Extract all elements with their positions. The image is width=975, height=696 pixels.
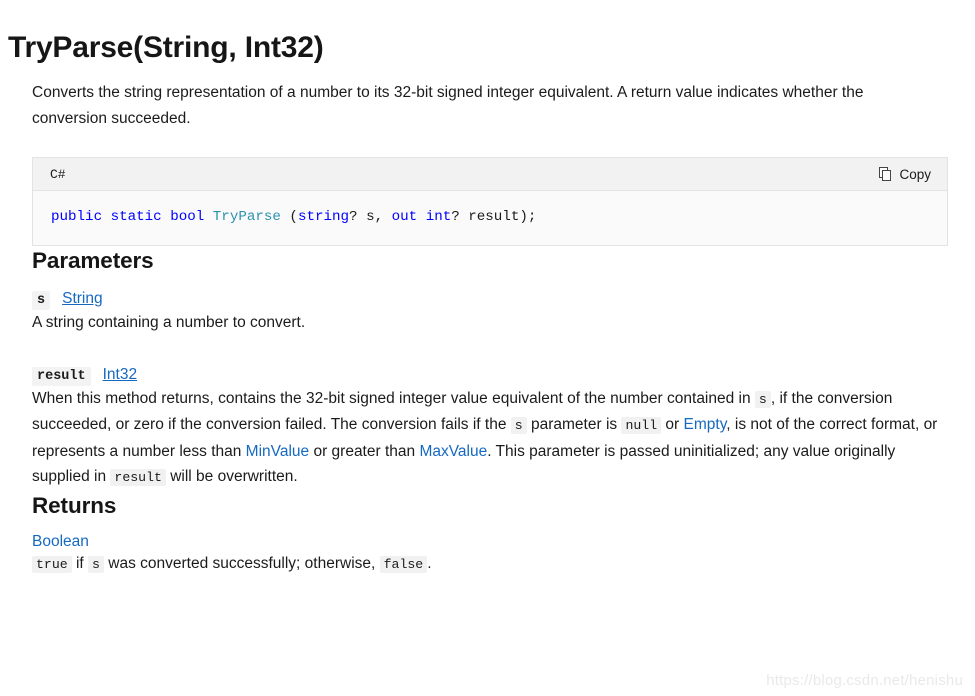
link-maxvalue[interactable]: MaxValue [419,443,487,460]
inline-code-result: result [110,469,166,486]
copy-button-label: Copy [899,166,931,182]
page-title: TryParse(String, Int32) [8,31,324,65]
watermark: https://blog.csdn.net/henishu [766,672,963,689]
text-fragment: When this method returns, contains the 3… [32,389,755,407]
code-token-keyword: string [297,209,350,225]
code-token-method: TryParse [212,209,281,225]
inline-code-null: null [621,417,662,434]
summary-paragraph: Converts the string representation of a … [32,84,864,127]
article-content: Converts the string representation of a … [32,80,948,577]
returns-description: true if s was converted successfully; ot… [32,551,948,578]
copy-pages-icon [879,166,893,182]
code-token-keyword: out [391,209,418,225]
inline-code-s: s [510,417,527,434]
code-token-keyword: int [425,209,452,225]
code-token-keyword: bool [170,209,205,225]
returns-type-row: Boolean [32,533,948,551]
text-fragment: was converted successfully; otherwise, [103,554,380,572]
code-block: C# Copy public static bool TryParse (str… [32,157,948,246]
inline-code-s: s [88,555,104,573]
code-language-label: C# [50,166,66,182]
code-block-body[interactable]: public static bool TryParse (string? s, … [33,191,947,245]
code-token-keyword: static [110,209,162,225]
code-token-keyword: public [51,209,103,225]
text-fragment: parameter is [526,416,622,433]
link-empty[interactable]: Empty [684,416,727,433]
code-line: public static bool TryParse (string? s, … [51,207,947,227]
text-fragment: . [427,554,432,572]
parameter-item-s: s String [32,290,948,310]
parameter-description-result: When this method returns, contains the 3… [32,386,942,491]
inline-code-false: false [379,555,428,573]
code-token-param: ? s, [349,209,392,225]
code-token-punct: ( [280,209,298,225]
code-token-param: ? result); [451,209,537,225]
parameter-name-s: s [32,291,51,310]
text-fragment: or greater than [309,442,420,460]
parameter-description-s: A string containing a number to convert. [32,314,306,331]
parameter-name-result: result [32,366,91,386]
text-fragment: if [71,554,89,572]
returns-type-link-boolean[interactable]: Boolean [32,533,89,550]
inline-code-true: true [32,555,72,573]
copy-button[interactable]: Copy [875,165,935,184]
parameter-item-result: result Int32 [32,366,948,386]
returns-heading: Returns [32,492,117,518]
parameter-type-link-int32[interactable]: Int32 [103,366,137,384]
code-block-header: C# Copy [33,158,947,191]
parameters-heading: Parameters [32,248,154,273]
link-minvalue[interactable]: MinValue [246,443,309,460]
parameter-type-link-string[interactable]: String [62,290,103,308]
text-fragment: will be overwritten. [165,468,298,485]
inline-code-s: s [754,390,771,408]
text-fragment: or [661,416,684,433]
